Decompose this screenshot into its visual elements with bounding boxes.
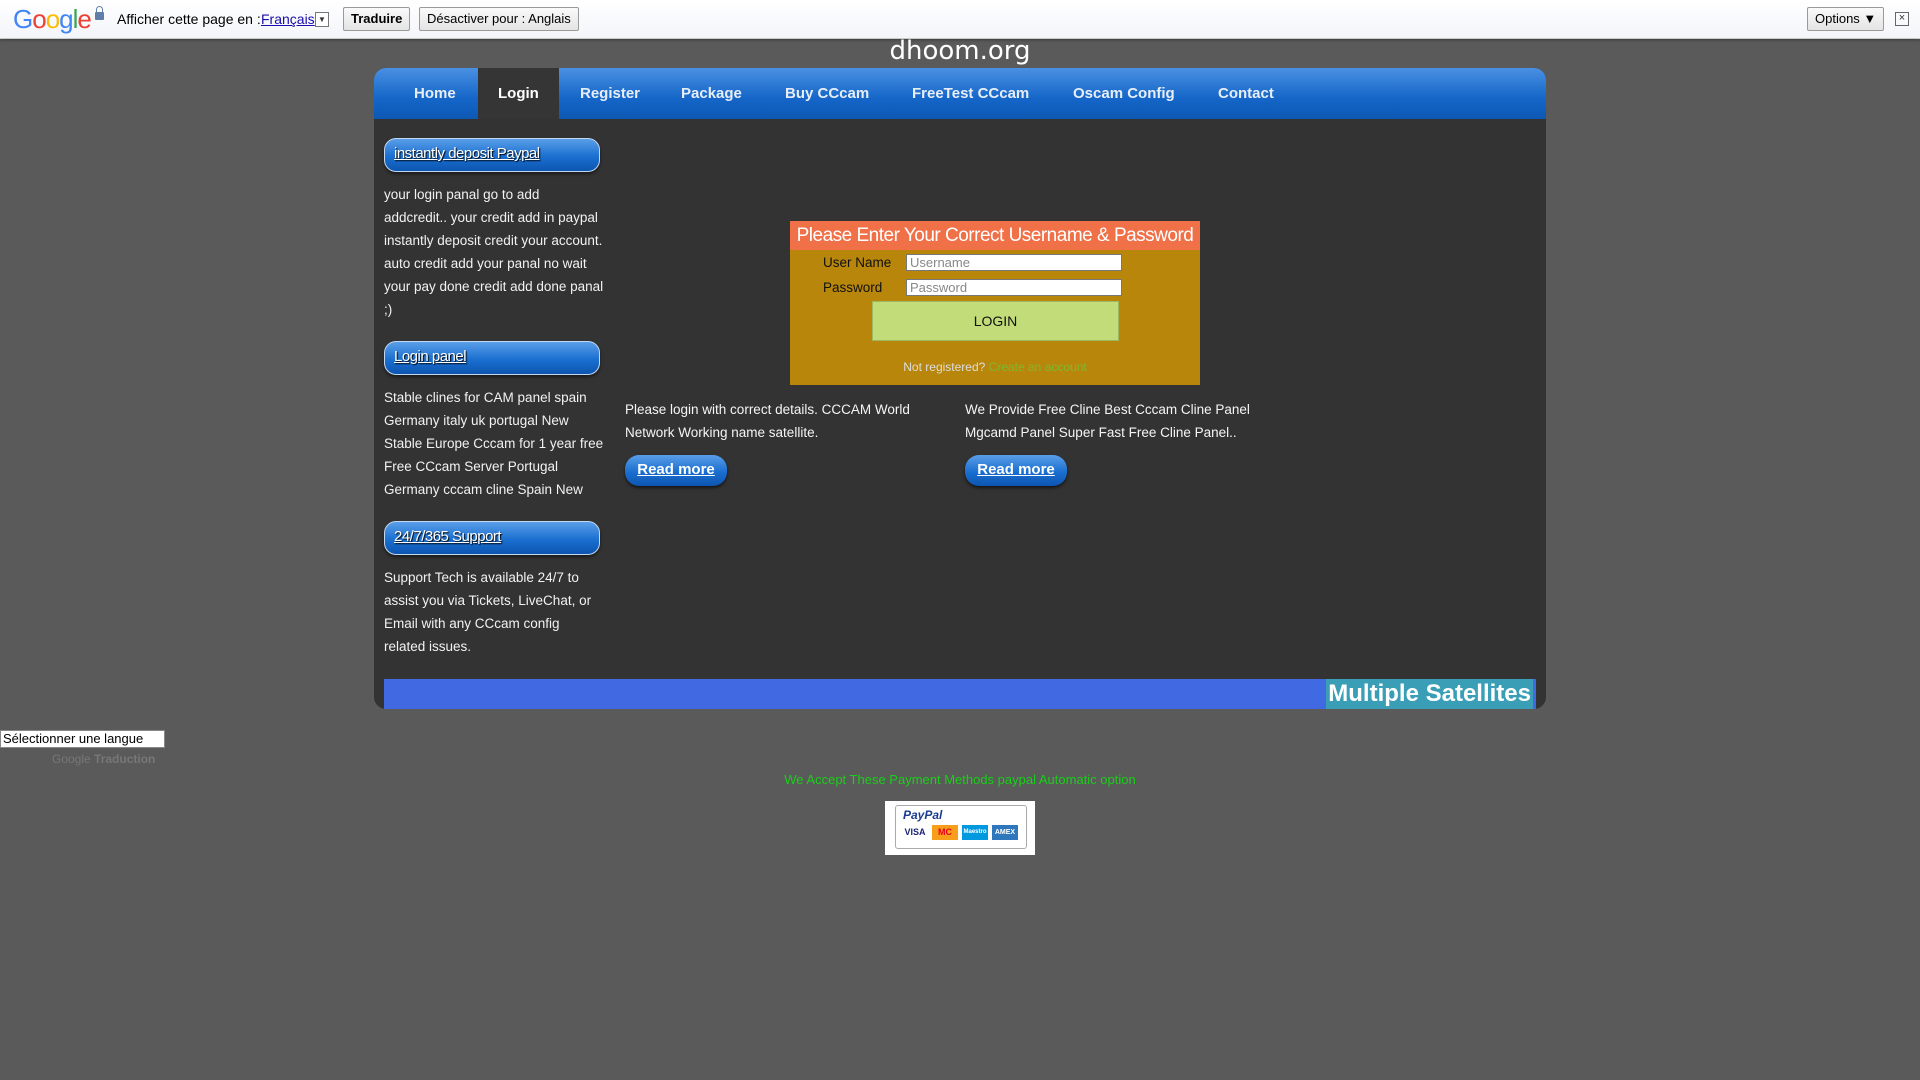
- password-label: Password: [823, 280, 883, 295]
- satellites-banner: Multiple Satellites: [384, 679, 1536, 709]
- mastercard-icon: MC: [932, 825, 958, 840]
- disable-translation-button[interactable]: Désactiver pour : Anglais: [419, 7, 579, 31]
- translate-button[interactable]: Traduire: [343, 7, 411, 31]
- main-container: Home Login Register Package Buy CCcam Fr…: [374, 68, 1546, 709]
- sidebar-heading-login-panel[interactable]: Login panel: [384, 341, 600, 375]
- sidebar-text-support: Support Tech is available 24/7 to assist…: [384, 570, 592, 654]
- sidebar-text-paypal: your login panal go to add addcredit.. y…: [384, 187, 604, 317]
- nav-item-home[interactable]: Home: [394, 68, 476, 119]
- read-more-button[interactable]: Read more: [965, 455, 1067, 486]
- translate-prompt: Afficher cette page en :: [117, 11, 261, 27]
- nav-item-oscam-config[interactable]: Oscam Config: [1053, 68, 1195, 119]
- main-nav: Home Login Register Package Buy CCcam Fr…: [374, 68, 1546, 119]
- language-link[interactable]: Français: [261, 11, 315, 27]
- sidebar-heading-support[interactable]: 24/7/365 Support: [384, 521, 600, 555]
- password-input[interactable]: [906, 279, 1122, 296]
- login-heading: Please Enter Your Correct Username & Pas…: [790, 221, 1200, 250]
- nav-item-package[interactable]: Package: [661, 68, 762, 119]
- amex-icon: AMEX: [992, 825, 1018, 840]
- lock-icon: [95, 6, 104, 20]
- maestro-icon: Maestro: [962, 825, 988, 840]
- nav-item-contact[interactable]: Contact: [1198, 68, 1294, 119]
- nav-item-buy-cccam[interactable]: Buy CCcam: [765, 68, 889, 119]
- nav-item-freetest-cccam[interactable]: FreeTest CCcam: [892, 68, 1049, 119]
- info-text-right: We Provide Free Cline Best Cccam Cline P…: [965, 402, 1250, 440]
- nav-item-login[interactable]: Login: [478, 68, 559, 119]
- language-select[interactable]: Sélectionner une langue: [0, 730, 165, 748]
- chevron-down-icon[interactable]: ▼: [315, 12, 329, 27]
- sidebar-heading-paypal[interactable]: instantly deposit Paypal: [384, 138, 600, 172]
- site-title: dhoom.org: [889, 36, 1031, 66]
- sidebar-heading-label[interactable]: instantly deposit Paypal: [394, 145, 540, 162]
- sidebar-text-login-panel: Stable clines for CAM panel spain German…: [384, 390, 604, 497]
- login-form: Please Enter Your Correct Username & Pas…: [790, 221, 1200, 385]
- sidebar-heading-label[interactable]: 24/7/365 Support: [394, 528, 502, 545]
- register-prompt: Not registered? Create an account: [790, 360, 1200, 374]
- google-logo: Google: [13, 4, 92, 34]
- username-input[interactable]: [906, 254, 1122, 271]
- paypal-logo: PayPal: [903, 808, 943, 822]
- close-icon[interactable]: ×: [1895, 12, 1909, 26]
- google-wordmark: Google: [52, 752, 91, 766]
- username-label: User Name: [823, 255, 892, 270]
- options-button[interactable]: Options ▼: [1807, 7, 1885, 31]
- visa-icon: VISA: [904, 827, 926, 837]
- payment-logos: PayPal VISA MC Maestro AMEX: [885, 801, 1035, 855]
- login-button[interactable]: LOGIN: [872, 301, 1119, 341]
- create-account-link[interactable]: Create an account: [989, 360, 1087, 374]
- not-registered-text: Not registered?: [903, 360, 986, 374]
- info-text-left: Please login with correct details. CCCAM…: [625, 402, 910, 440]
- payment-methods-text: We Accept These Payment Methods paypal A…: [784, 772, 1136, 787]
- powered-by-google: Google Traduction: [52, 752, 155, 766]
- banner-text: Multiple Satellites: [1326, 679, 1533, 709]
- nav-item-register[interactable]: Register: [560, 68, 660, 119]
- sidebar-heading-label[interactable]: Login panel: [394, 348, 467, 365]
- google-translate-bar: Google Afficher cette page en : Français…: [0, 0, 1920, 39]
- read-more-button[interactable]: Read more: [625, 455, 727, 486]
- translation-label: Traduction: [94, 752, 156, 766]
